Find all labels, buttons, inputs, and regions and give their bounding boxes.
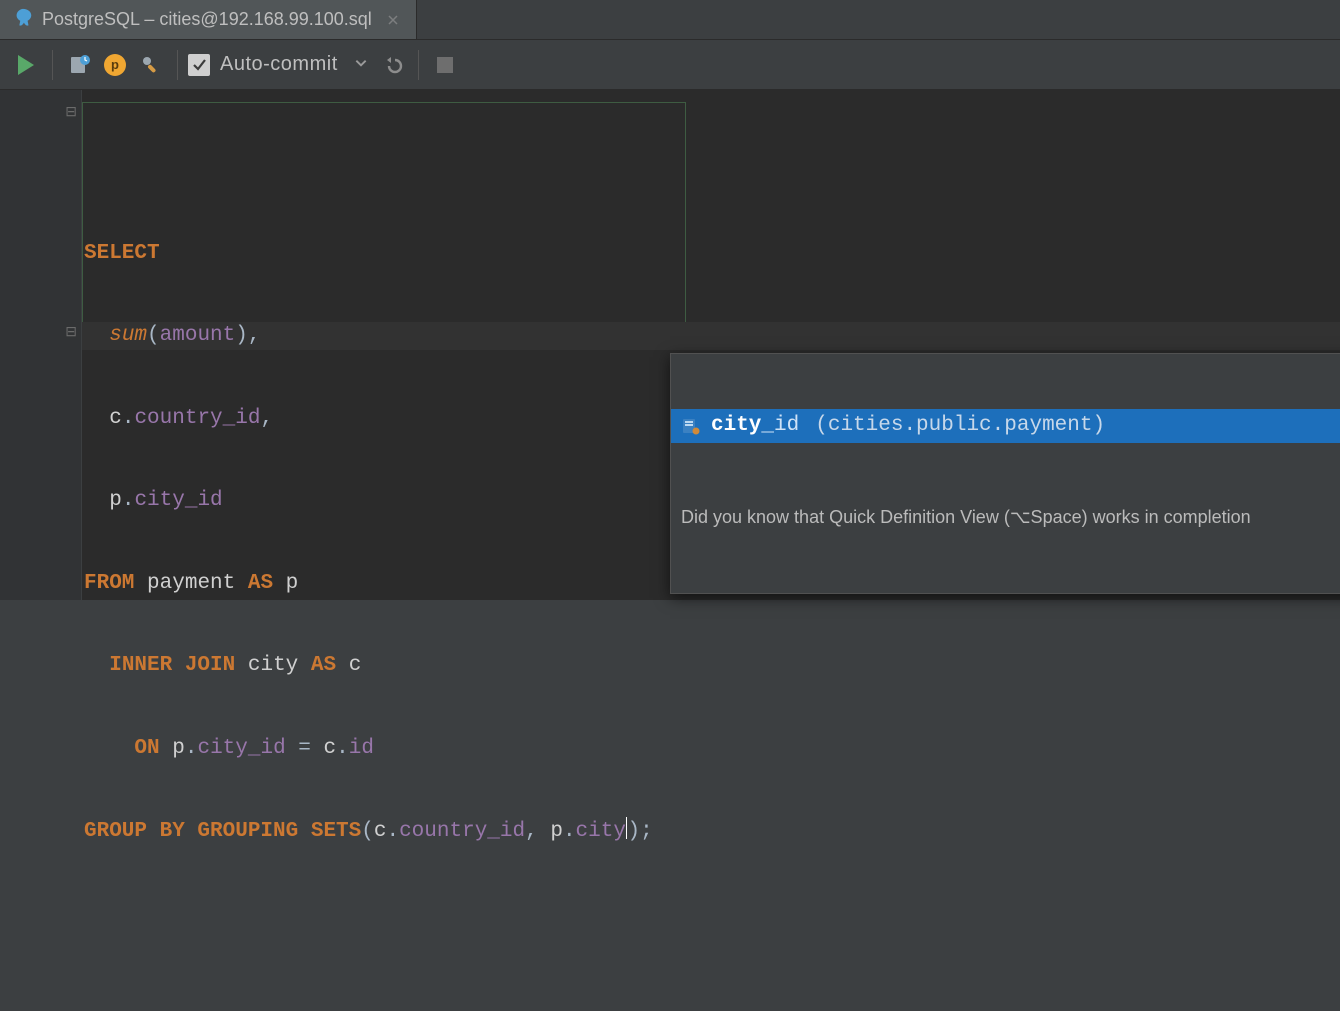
settings-button[interactable]: [135, 49, 167, 81]
code-line: FROM payment AS p: [82, 570, 1340, 598]
fold-end-icon[interactable]: ⊟: [65, 324, 77, 341]
code-completion-popup: city_id (cities.public.payment) Did you …: [670, 353, 1340, 594]
editor-tabbar: PostgreSQL – cities@192.168.99.100.sql: [0, 0, 1340, 40]
code-line: c.country_id,: [82, 405, 1340, 433]
autocommit-label: Auto-commit: [220, 53, 338, 76]
rollback-button[interactable]: [376, 49, 408, 81]
code-line: GROUP BY GROUPING SETS(c.country_id, p.c…: [82, 817, 1340, 846]
circle-p-icon: p: [104, 54, 126, 76]
run-button[interactable]: [10, 49, 42, 81]
wrench-gear-icon: [140, 54, 162, 76]
autocommit-toggle[interactable]: Auto-commit: [188, 53, 368, 76]
separator: [177, 50, 178, 80]
undo-icon: [381, 54, 403, 76]
fold-minus-icon[interactable]: ⊟: [65, 104, 77, 121]
statement-highlight: [82, 102, 686, 350]
tab-close-icon[interactable]: [386, 13, 400, 27]
stop-icon: [437, 57, 453, 73]
separator: [418, 50, 419, 80]
code-area[interactable]: SELECT sum(amount), c.country_id, p.city…: [82, 90, 1340, 600]
stop-button[interactable]: [429, 49, 461, 81]
separator: [52, 50, 53, 80]
checkbox-checked-icon: [188, 54, 210, 76]
parameters-button[interactable]: p: [99, 49, 131, 81]
code-line: SELECT: [82, 240, 1340, 268]
tab-title: PostgreSQL – cities@192.168.99.100.sql: [42, 9, 372, 30]
editor-tab[interactable]: PostgreSQL – cities@192.168.99.100.sql: [0, 0, 417, 39]
explain-plan-button[interactable]: [63, 49, 95, 81]
code-line: ON p.city_id = c.id: [82, 735, 1340, 763]
play-icon: [18, 55, 34, 75]
code-line: INNER JOIN city AS c: [82, 652, 1340, 680]
postgresql-elephant-icon: [12, 7, 34, 32]
sql-toolbar: p Auto-commit: [0, 40, 1340, 90]
code-line: p.city_id: [82, 487, 1340, 515]
gutter: ⊟ ⊟: [0, 90, 82, 600]
page-clock-icon: [68, 54, 90, 76]
editor: ⊟ ⊟ SELECT sum(amount), c.country_id, p.…: [0, 90, 1340, 600]
code-line: sum(amount),: [82, 322, 1340, 350]
chevron-down-icon[interactable]: [354, 53, 368, 76]
